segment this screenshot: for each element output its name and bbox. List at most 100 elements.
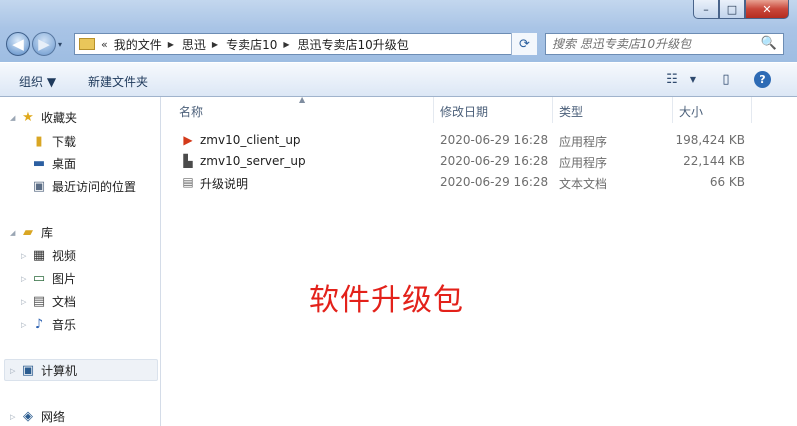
refresh-icon: ⟳ [519, 36, 530, 52]
sidebar-item-documents[interactable]: ▷ ▤ 文档 [21, 293, 76, 310]
window-titlebar: – □ ✕ ◀ ▶ ▾ « 我的文件 ▶ 思迅 ▶ 专卖店10 ▶ 思迅专卖店1… [0, 0, 797, 62]
organize-menu[interactable]: 组织 ▼ [19, 73, 56, 90]
star-icon: ★ [22, 110, 34, 125]
column-header-size[interactable]: 大小 [679, 103, 703, 120]
file-modified: 2020-06-29 16:28 [440, 175, 549, 189]
forward-button[interactable]: ▶ [32, 32, 56, 56]
expand-arrow-icon[interactable]: ▷ [21, 275, 31, 283]
file-size: 22,144 KB [683, 154, 745, 168]
table-row[interactable]: ▶ zmv10_client_up 2020-06-29 16:28 应用程序 … [161, 130, 751, 151]
new-folder-button[interactable]: 新建文件夹 [88, 73, 148, 90]
overlay-caption: 软件升级包 [309, 283, 464, 318]
column-header-modified[interactable]: 修改日期 [440, 103, 488, 120]
expand-arrow-icon[interactable]: ▷ [10, 367, 20, 375]
file-modified: 2020-06-29 16:28 [440, 133, 549, 147]
column-divider[interactable] [672, 97, 673, 123]
network-icon: ◈ [23, 409, 33, 424]
preview-pane-icon[interactable]: ▯ [717, 70, 735, 88]
folder-icon [79, 38, 95, 50]
video-icon: ▦ [32, 248, 46, 263]
breadcrumb-separator-icon[interactable]: ▶ [283, 40, 289, 49]
sidebar-item-label: 桌面 [52, 157, 77, 171]
file-name: zmv10_server_up [200, 154, 306, 168]
breadcrumb-item[interactable]: 专卖店10 [226, 36, 277, 53]
expand-arrow-icon[interactable]: ▷ [21, 252, 31, 260]
sidebar-item-desktop[interactable]: ▬ 桌面 [31, 155, 76, 172]
arrow-right-icon: ▶ [38, 35, 50, 53]
maximize-button[interactable]: □ [719, 0, 745, 19]
file-type: 应用程序 [559, 156, 608, 170]
expand-arrow-icon[interactable]: ◢ [10, 114, 20, 122]
sidebar-item-music[interactable]: ▷ ♪ 音乐 [21, 316, 76, 333]
search-box[interactable]: 🔍 [545, 33, 784, 55]
navigation-buttons: ◀ ▶ ▾ [6, 32, 68, 56]
window-controls: – □ ✕ [693, 0, 789, 20]
sidebar-item-network[interactable]: ▷ ◈ 网络 [10, 408, 65, 425]
sidebar-item-label: 最近访问的位置 [52, 180, 137, 194]
expand-arrow-icon[interactable]: ▷ [21, 298, 31, 306]
column-divider[interactable] [552, 97, 553, 123]
sidebar-section-label: 库 [41, 226, 54, 240]
library-icon: ▰ [23, 225, 33, 240]
command-bar: 组织 ▼ 新建文件夹 ☷ ▼ ▯ ? [0, 62, 797, 97]
file-type: 应用程序 [559, 135, 608, 149]
sidebar-libraries[interactable]: ◢ ▰ 库 [10, 224, 53, 241]
table-row[interactable]: ▙ zmv10_server_up 2020-06-29 16:28 应用程序 … [161, 151, 751, 172]
breadcrumb-overflow[interactable]: « [101, 38, 108, 51]
column-divider[interactable] [751, 97, 752, 123]
expand-arrow-icon[interactable]: ▷ [10, 413, 20, 421]
sidebar-section-label: 收藏夹 [41, 111, 78, 125]
desktop-icon: ▬ [32, 156, 46, 171]
sidebar-item-pictures[interactable]: ▷ ▭ 图片 [21, 270, 76, 287]
breadcrumb-item[interactable]: 思迅 [182, 36, 206, 53]
address-bar[interactable]: « 我的文件 ▶ 思迅 ▶ 专卖店10 ▶ 思迅专卖店10升级包 ▼ [74, 33, 537, 55]
view-options-icon[interactable]: ☷ [663, 70, 681, 88]
recent-places-icon: ▣ [32, 179, 46, 194]
sidebar-item-label: 下载 [52, 135, 77, 149]
sidebar-item-recent[interactable]: ▣ 最近访问的位置 [31, 178, 136, 195]
picture-icon: ▭ [32, 271, 46, 286]
column-header-name[interactable]: 名称 [179, 103, 203, 120]
minimize-button[interactable]: – [693, 0, 719, 19]
text-document-icon: ▤ [182, 175, 194, 189]
search-input[interactable] [552, 35, 762, 53]
file-type: 文本文档 [559, 177, 608, 191]
view-dropdown-icon[interactable]: ▼ [687, 70, 699, 88]
back-button[interactable]: ◀ [6, 32, 30, 56]
column-header-type[interactable]: 类型 [559, 103, 583, 120]
sidebar-item-label: 音乐 [52, 318, 77, 332]
sidebar-favorites[interactable]: ◢ ★ 收藏夹 [10, 109, 77, 126]
red-play-app-icon: ▶ [183, 133, 193, 147]
server-app-icon: ▙ [183, 154, 193, 168]
sort-ascending-icon: ▲ [299, 95, 306, 104]
breadcrumb-item[interactable]: 我的文件 [114, 36, 162, 53]
sidebar-item-label: 文档 [52, 295, 77, 309]
help-icon[interactable]: ? [754, 71, 771, 88]
refresh-button[interactable]: ⟳ [511, 33, 537, 55]
download-folder-icon: ▮ [35, 134, 43, 149]
navigation-pane: ◢ ★ 收藏夹 ▮ 下载 ▬ 桌面 ▣ 最近访问的位置 ◢ ▰ 库 ▷ ▦ 视频… [0, 97, 161, 426]
sidebar-item-computer[interactable]: ▷ ▣ 计算机 [10, 362, 77, 379]
file-modified: 2020-06-29 16:28 [440, 154, 549, 168]
expand-arrow-icon[interactable]: ◢ [10, 229, 20, 237]
sidebar-item-label: 图片 [52, 272, 77, 286]
search-icon[interactable]: 🔍 [761, 36, 777, 51]
music-icon: ♪ [34, 317, 44, 332]
close-button[interactable]: ✕ [745, 0, 789, 19]
table-row[interactable]: ▤ 升级说明 2020-06-29 16:28 文本文档 66 KB [161, 172, 751, 193]
breadcrumb-separator-icon[interactable]: ▶ [168, 40, 174, 49]
sidebar-item-videos[interactable]: ▷ ▦ 视频 [21, 247, 76, 264]
sidebar-item-label: 网络 [41, 410, 66, 424]
arrow-left-icon: ◀ [12, 35, 24, 53]
file-size: 198,424 KB [675, 133, 745, 147]
expand-arrow-icon[interactable]: ▷ [21, 321, 31, 329]
breadcrumb-item[interactable]: 思迅专卖店10升级包 [298, 36, 409, 53]
breadcrumb-separator-icon[interactable]: ▶ [212, 40, 218, 49]
sidebar-item-label: 计算机 [41, 364, 78, 378]
column-divider[interactable] [433, 97, 434, 123]
history-dropdown-icon[interactable]: ▾ [58, 40, 68, 49]
sidebar-item-downloads[interactable]: ▮ 下载 [31, 133, 76, 150]
document-icon: ▤ [32, 294, 46, 309]
file-list: 名称 ▲ 修改日期 类型 大小 ▶ zmv10_client_up 2020-0… [161, 95, 797, 426]
file-name: 升级说明 [200, 177, 249, 191]
